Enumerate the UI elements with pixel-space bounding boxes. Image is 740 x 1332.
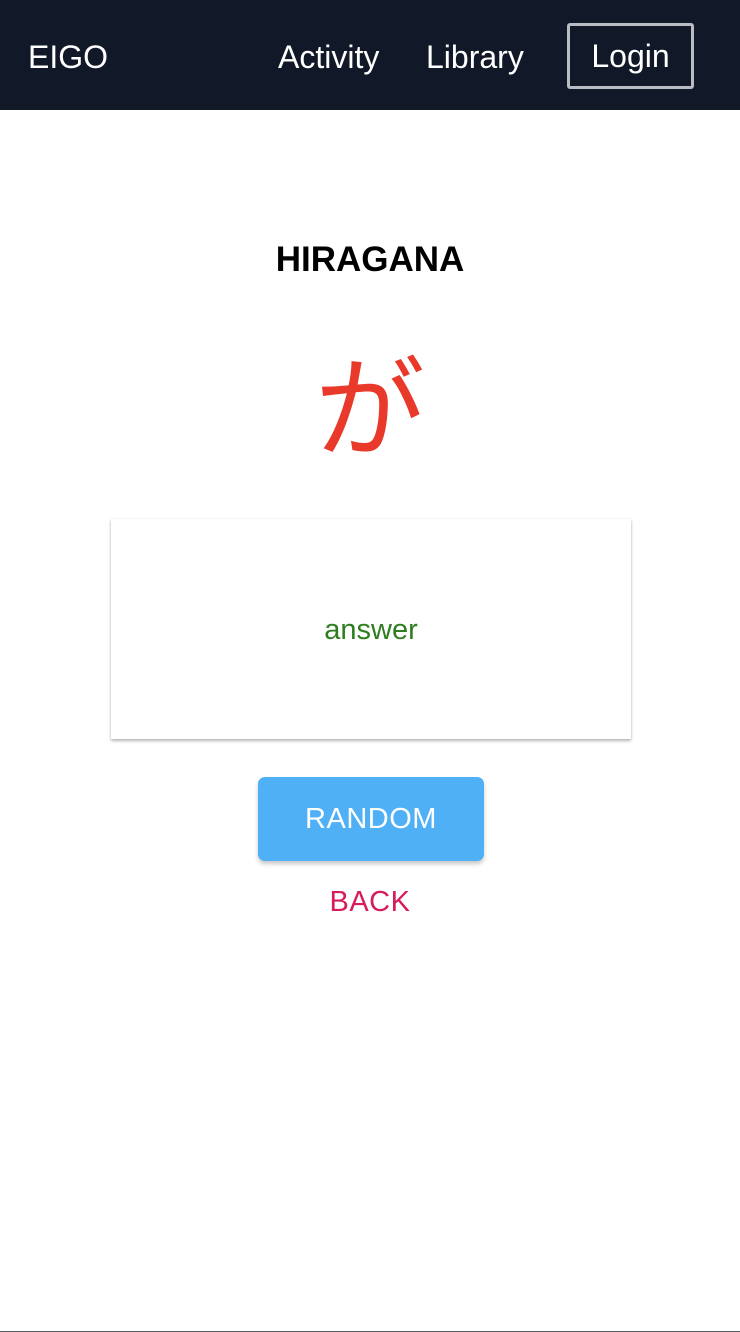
top-navbar: EIGO Activity Library Login (0, 0, 740, 110)
nav-link-activity[interactable]: Activity (278, 38, 379, 76)
answer-card[interactable]: answer (111, 519, 631, 739)
random-button[interactable]: RANDOM (258, 777, 484, 861)
kana-character: が (315, 346, 425, 474)
back-button[interactable]: BACK (0, 884, 740, 920)
answer-text: answer (324, 614, 418, 646)
page-title: HIRAGANA (275, 240, 465, 279)
nav-link-library[interactable]: Library (426, 38, 524, 76)
login-button[interactable]: Login (567, 23, 694, 89)
brand-logo-link[interactable]: EIGO (28, 38, 108, 76)
page: EIGO Activity Library Login HIRAGANA が a… (0, 0, 740, 1332)
